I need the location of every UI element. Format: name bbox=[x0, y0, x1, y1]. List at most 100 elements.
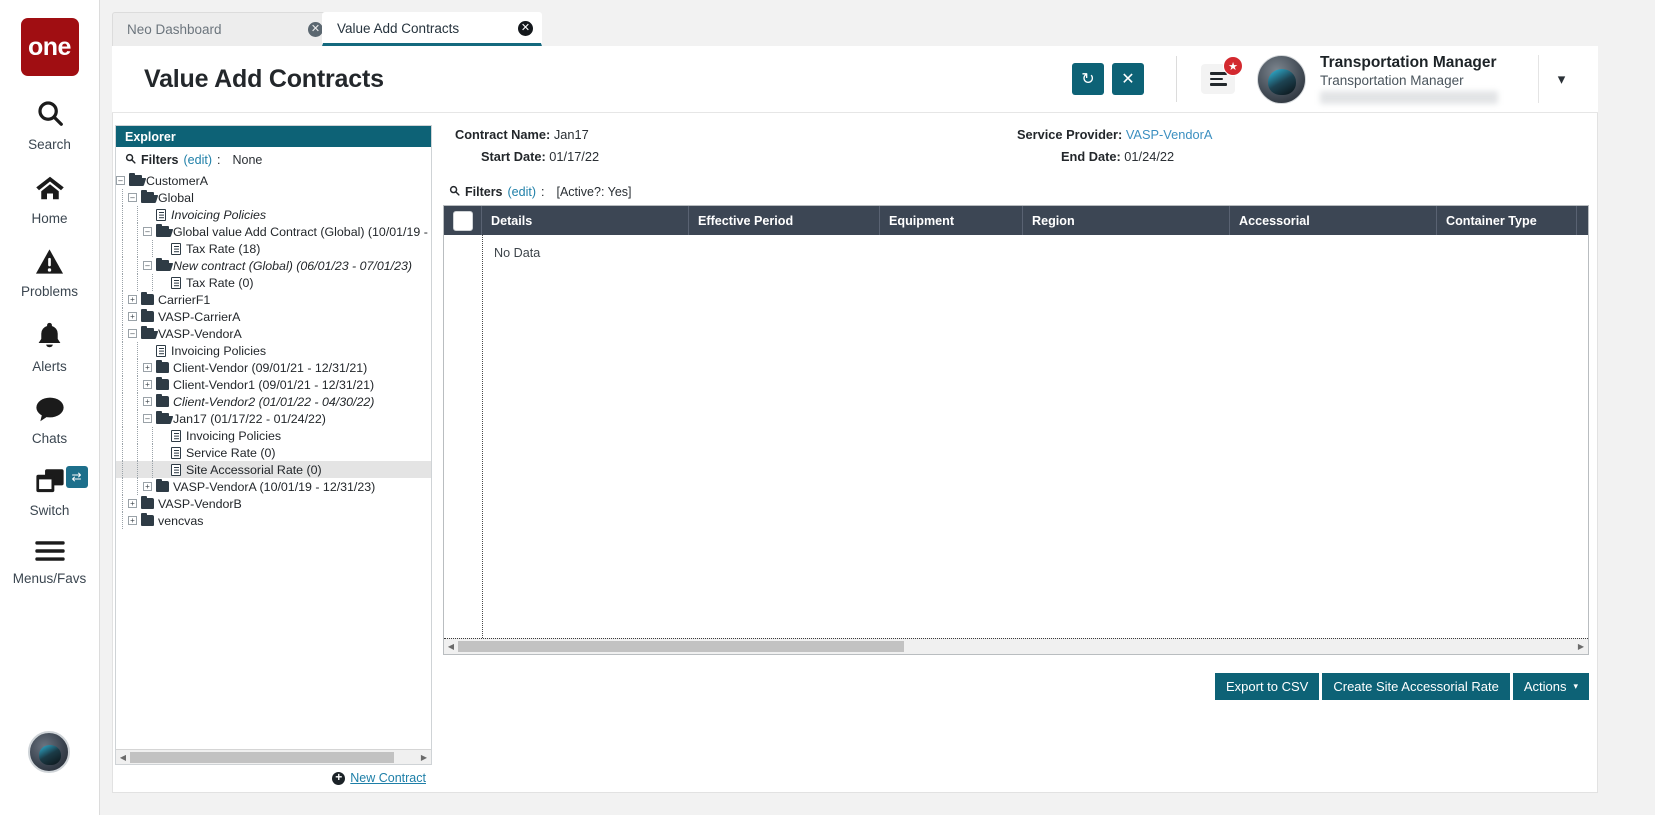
refresh-button[interactable]: ↻ bbox=[1072, 63, 1104, 95]
tree-node[interactable]: + VASP-CarrierA bbox=[116, 308, 431, 325]
explorer-horizontal-scrollbar[interactable]: ◀ ▶ bbox=[116, 749, 431, 764]
tree-node[interactable]: Invoicing Policies bbox=[116, 342, 431, 359]
collapse-icon[interactable]: – bbox=[128, 193, 137, 202]
tree-node[interactable]: + VASP-VendorA (10/01/19 - 12/31/23) bbox=[116, 478, 431, 495]
contract-name-value: Jan17 bbox=[553, 127, 589, 142]
scroll-track[interactable] bbox=[130, 751, 417, 764]
tree-node[interactable]: – Global bbox=[116, 189, 431, 206]
scroll-track[interactable] bbox=[458, 640, 1574, 653]
sidebar-item-menus-favs[interactable]: Menus/Favs bbox=[0, 540, 100, 586]
tree-node[interactable]: Tax Rate (18) bbox=[116, 240, 431, 257]
grid-column-header[interactable]: Region bbox=[1023, 206, 1230, 235]
grid-column-header[interactable]: Effective Period bbox=[689, 206, 880, 235]
collapse-icon[interactable]: – bbox=[143, 227, 152, 236]
expand-icon[interactable]: + bbox=[143, 397, 152, 406]
tree-node[interactable]: + Client-Vendor (09/01/21 - 12/31/21) bbox=[116, 359, 431, 376]
tree-node-label: CarrierF1 bbox=[158, 292, 211, 307]
tree-indent-guide bbox=[122, 257, 123, 274]
grid-filters-edit-link[interactable]: (edit) bbox=[508, 185, 536, 199]
scroll-left-icon[interactable]: ◀ bbox=[116, 753, 130, 762]
tree-node-spacer bbox=[158, 465, 167, 474]
contract-name-label: Contract Name: bbox=[455, 127, 551, 142]
chevron-down-icon[interactable]: ▾ bbox=[1538, 55, 1584, 103]
close-icon[interactable]: ✕ bbox=[308, 22, 323, 37]
tree-node[interactable]: Invoicing Policies bbox=[116, 206, 431, 223]
tree-node[interactable]: + Client-Vendor1 (09/01/21 - 12/31/21) bbox=[116, 376, 431, 393]
expand-icon[interactable]: + bbox=[128, 516, 137, 525]
sidebar-item-chats[interactable]: Chats bbox=[0, 396, 100, 446]
close-page-button[interactable]: ✕ bbox=[1112, 63, 1144, 95]
tree-node[interactable]: Site Accessorial Rate (0) bbox=[116, 461, 431, 478]
tree-node[interactable]: + vencvas bbox=[116, 512, 431, 529]
sidebar-item-home[interactable]: Home bbox=[0, 174, 100, 226]
contract-name-field: Contract Name: Jan17 bbox=[455, 127, 589, 142]
collapse-icon[interactable]: – bbox=[116, 176, 125, 185]
service-provider-label: Service Provider: bbox=[1017, 127, 1123, 142]
tree-indent-guide bbox=[122, 410, 123, 427]
tree-indent-guide bbox=[137, 342, 138, 359]
tab-value-add-contracts[interactable]: Value Add Contracts ✕ bbox=[322, 12, 542, 46]
collapse-icon[interactable]: – bbox=[128, 329, 137, 338]
document-icon bbox=[156, 208, 166, 221]
grid-column-header[interactable]: Accessorial bbox=[1230, 206, 1437, 235]
explorer-tree[interactable]: – CustomerA – Global Invoicing Policies – Glob… bbox=[116, 171, 431, 749]
new-contract-link[interactable]: New Contract bbox=[350, 771, 426, 785]
tree-node[interactable]: Tax Rate (0) bbox=[116, 274, 431, 291]
switch-badge-icon[interactable]: ⇄ bbox=[65, 466, 88, 488]
expand-icon[interactable]: + bbox=[143, 482, 152, 491]
collapse-icon[interactable]: – bbox=[143, 414, 152, 423]
tree-node[interactable]: – New contract (Global) (06/01/23 - 07/01… bbox=[116, 257, 431, 274]
menu-lines-icon bbox=[1209, 69, 1227, 89]
tree-node[interactable]: + VASP-VendorB bbox=[116, 495, 431, 512]
tree-node[interactable]: Invoicing Policies bbox=[116, 427, 431, 444]
select-all-header-cell[interactable] bbox=[444, 206, 482, 235]
scroll-thumb[interactable] bbox=[458, 641, 904, 652]
tree-node[interactable]: – Global value Add Contract (Global) (10/… bbox=[116, 223, 431, 240]
tree-node[interactable]: – CustomerA bbox=[116, 172, 431, 189]
expand-icon[interactable]: + bbox=[143, 363, 152, 372]
sidebar-item-problems[interactable]: Problems bbox=[0, 248, 100, 299]
tree-node[interactable]: – VASP-VendorA bbox=[116, 325, 431, 342]
service-provider-value[interactable]: VASP-VendorA bbox=[1126, 127, 1213, 142]
tree-indent-guide bbox=[122, 478, 123, 495]
sidebar-item-alerts[interactable]: Alerts bbox=[0, 321, 100, 374]
document-icon bbox=[171, 463, 181, 476]
expand-icon[interactable]: + bbox=[128, 499, 137, 508]
explorer-filters-edit-link[interactable]: (edit) bbox=[184, 153, 212, 167]
sidebar-item-switch[interactable]: ⇄ Switch bbox=[0, 466, 100, 518]
avatar[interactable] bbox=[1257, 54, 1306, 104]
rail-avatar[interactable] bbox=[28, 731, 70, 773]
close-icon[interactable]: ✕ bbox=[518, 20, 533, 36]
grid-column-header[interactable]: Details bbox=[482, 206, 689, 235]
create-site-accessorial-rate-button[interactable]: Create Site Accessorial Rate bbox=[1322, 673, 1510, 700]
tree-node[interactable]: – Jan17 (01/17/22 - 01/24/22) bbox=[116, 410, 431, 427]
scroll-left-icon[interactable]: ◀ bbox=[444, 642, 458, 651]
grid-horizontal-scrollbar[interactable]: ◀ ▶ bbox=[444, 638, 1588, 654]
tree-node[interactable]: + CarrierF1 bbox=[116, 291, 431, 308]
grid-column-header[interactable]: Container Type bbox=[1437, 206, 1577, 235]
tree-node[interactable]: Service Rate (0) bbox=[116, 444, 431, 461]
expand-icon[interactable]: + bbox=[128, 295, 137, 304]
scroll-right-icon[interactable]: ▶ bbox=[1574, 642, 1588, 651]
collapse-icon[interactable]: – bbox=[143, 261, 152, 270]
browser-tab-strip: Neo Dashboard ✕ Value Add Contracts ✕ bbox=[100, 0, 1655, 46]
refresh-icon: ↻ bbox=[1081, 71, 1095, 88]
scroll-right-icon[interactable]: ▶ bbox=[417, 753, 431, 762]
tree-node[interactable]: + Client-Vendor2 (01/01/22 - 04/30/22) bbox=[116, 393, 431, 410]
select-all-checkbox[interactable] bbox=[452, 210, 473, 231]
one-logo[interactable]: one bbox=[20, 18, 79, 76]
notifications-menu-button[interactable]: ★ bbox=[1201, 56, 1243, 94]
plus-icon[interactable]: + bbox=[332, 771, 346, 785]
scroll-thumb[interactable] bbox=[130, 751, 394, 763]
tree-node-label: Invoicing Policies bbox=[171, 343, 267, 358]
sidebar-item-label: Home bbox=[31, 211, 68, 226]
explorer-filters-row: Filters (edit) : None bbox=[116, 147, 431, 171]
sidebar-item-search[interactable]: Search bbox=[0, 98, 100, 152]
actions-button[interactable]: Actions ▾ bbox=[1512, 673, 1589, 700]
grid-column-header-label: Equipment bbox=[889, 213, 955, 228]
export-to-csv-button[interactable]: Export to CSV bbox=[1214, 673, 1320, 700]
grid-column-header[interactable]: Equipment bbox=[880, 206, 1023, 235]
tab-neo-dashboard[interactable]: Neo Dashboard ✕ bbox=[112, 12, 332, 46]
expand-icon[interactable]: + bbox=[143, 380, 152, 389]
expand-icon[interactable]: + bbox=[128, 312, 137, 321]
